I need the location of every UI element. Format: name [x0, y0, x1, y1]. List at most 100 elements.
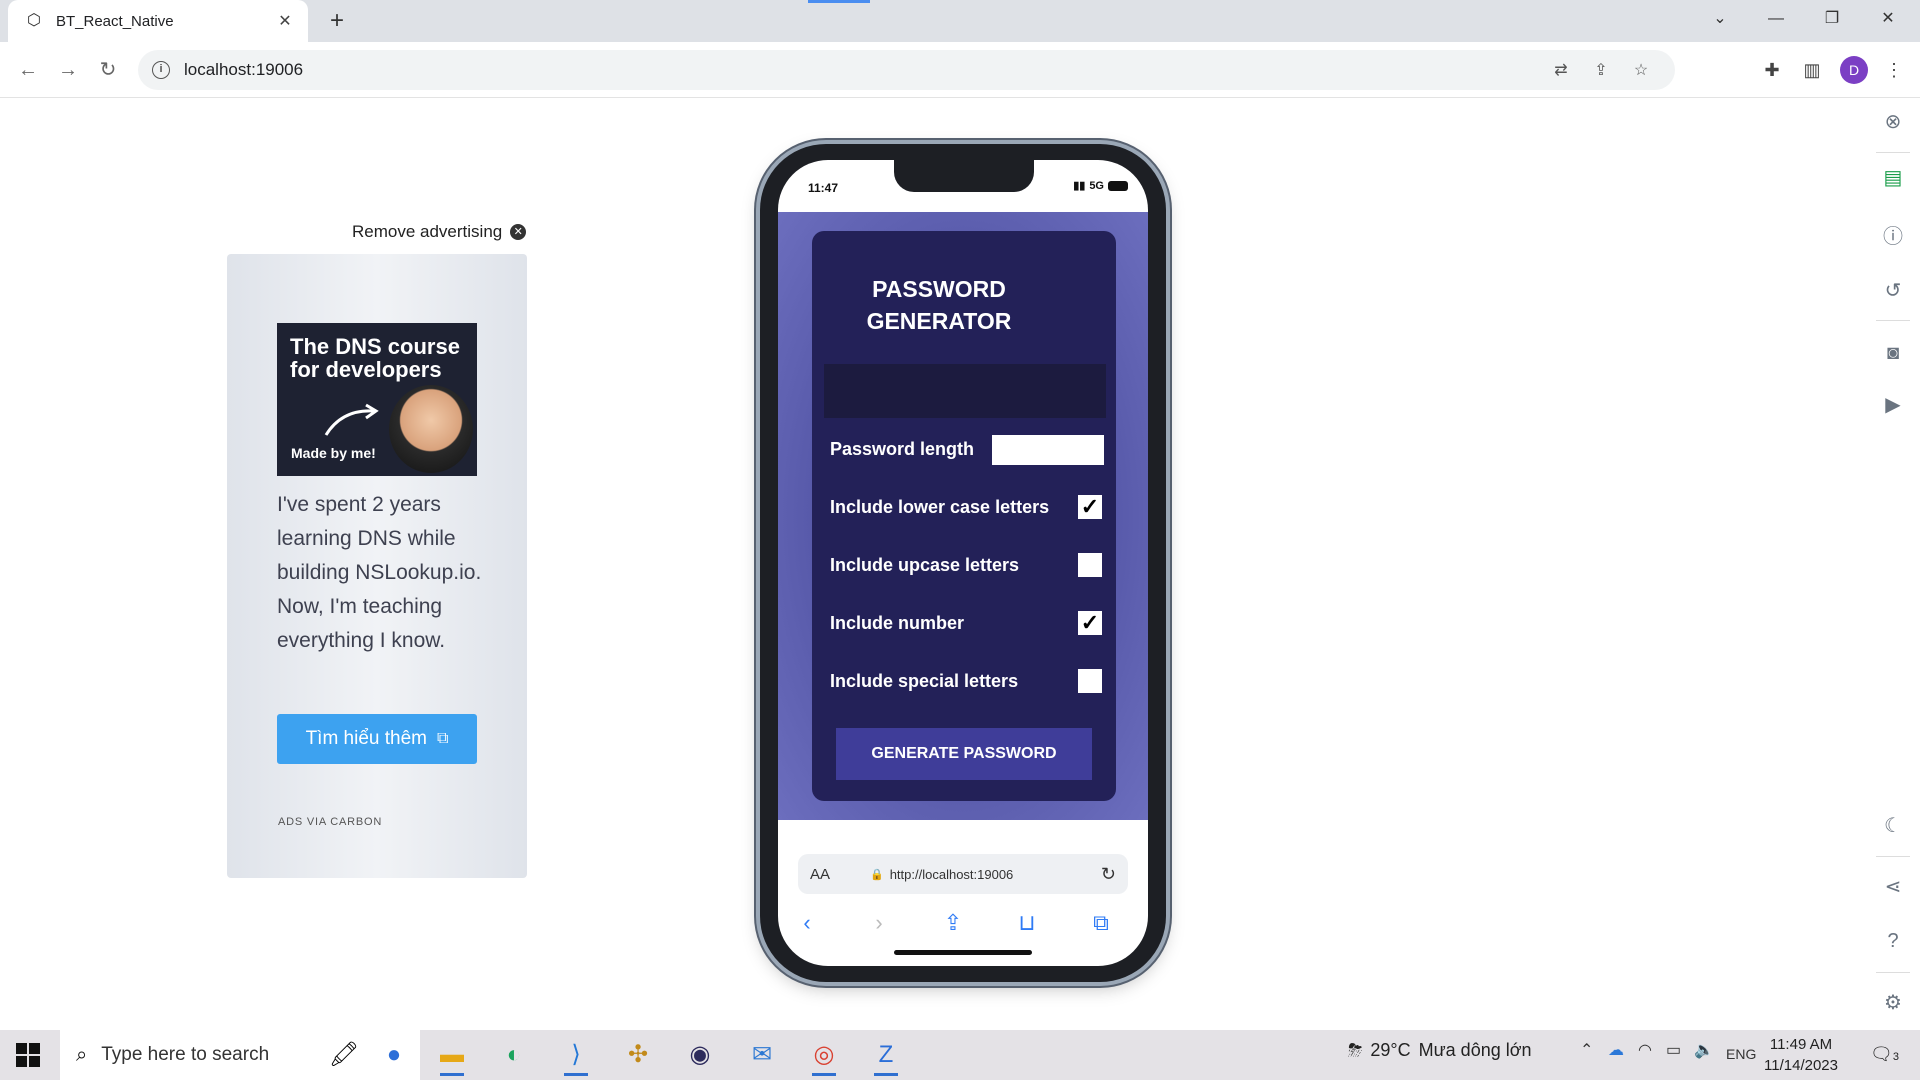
extensions-icon[interactable]: ✚ [1758, 56, 1786, 84]
safari-reload-icon[interactable]: ↻ [1101, 864, 1116, 885]
close-panel-icon[interactable]: ⊗ [1878, 107, 1908, 137]
menu-icon[interactable]: ⋮ [1880, 56, 1908, 84]
forward-icon[interactable]: → [52, 54, 84, 86]
status-time: 11:47 [808, 181, 839, 195]
password-generator-card: PASSWORD GENERATOR Password length Inclu… [812, 231, 1116, 801]
taskbar-search-placeholder: Type here to search [101, 1044, 270, 1065]
password-length-label: Password length [830, 439, 975, 459]
video-icon[interactable]: ▶ [1878, 390, 1908, 420]
ad-button-label: Tìm hiểu thêm [305, 728, 427, 749]
signal-icon: ▮▮ [1073, 180, 1086, 192]
tab-close-icon[interactable]: ✕ [274, 11, 296, 31]
new-tab-button[interactable]: + [322, 6, 352, 36]
show-hidden-icons-icon[interactable]: ⌃ [1580, 1040, 1593, 1060]
option-special-label: Include special letters [830, 671, 1019, 691]
ad-card: The DNS course for developers Made by me… [227, 254, 527, 878]
back-icon[interactable]: ← [12, 54, 44, 86]
safari-address-bar[interactable]: AA 🔒 http://localhost:19006 ↻ [798, 854, 1128, 894]
ad-image[interactable]: The DNS course for developers Made by me… [277, 323, 477, 476]
reader-text-size-button[interactable]: AA [810, 866, 870, 883]
ads-via-carbon[interactable]: ADS VIA CARBON [278, 816, 382, 828]
rail-divider [1876, 320, 1910, 321]
mail-icon[interactable]: ✉ [742, 1036, 782, 1074]
ad-image-headline: The DNS course for developers [290, 334, 460, 382]
notification-count: 3 [1892, 1051, 1899, 1063]
rotate-icon[interactable]: ↺ [1878, 276, 1908, 306]
volume-icon[interactable]: 🔈 [1694, 1040, 1714, 1060]
clock-time: 11:49 AM [1769, 1036, 1833, 1053]
camera-icon[interactable]: ◙ [1878, 338, 1908, 368]
ad-body-text[interactable]: I've spent 2 years learning DNS while bu… [277, 488, 487, 658]
translate-icon[interactable]: ⇄ [1541, 60, 1581, 80]
tab-title: BT_React_Native [56, 12, 174, 30]
settings-gear-icon[interactable]: ⚙ [1878, 988, 1908, 1018]
rail-divider [1876, 856, 1910, 857]
search-icon: ⌕ [76, 1043, 88, 1066]
option-lowercase-label: Include lower case letters [830, 497, 1050, 517]
remove-advertising-link[interactable]: Remove advertising ✕ [352, 222, 527, 242]
weather-widget[interactable]: ⛈ 29°C Mưa dông lớn [1348, 1040, 1532, 1061]
new-devices-icon[interactable]: ▤ [1878, 163, 1908, 193]
ad-learn-more-button[interactable]: Tìm hiểu thêm ⧉ [277, 714, 477, 764]
taskbar-search[interactable]: ⌕ Type here to search [60, 1030, 420, 1080]
site-info-icon[interactable]: i [152, 61, 170, 79]
share-icon[interactable]: ⇪ [1581, 60, 1621, 80]
dark-mode-moon-icon[interactable]: ☾ [1878, 811, 1908, 841]
browser-tab[interactable]: ⬡ BT_React_Native ✕ [8, 0, 308, 42]
help-icon[interactable]: ? [1878, 926, 1908, 956]
safari-share-icon[interactable]: ⇪ [938, 908, 968, 938]
reload-icon[interactable]: ↻ [92, 54, 124, 86]
chrome-icon[interactable]: ◎ [804, 1036, 844, 1076]
lowercase-checkbox[interactable]: ✓ [1078, 495, 1102, 519]
eclipse-icon[interactable]: ◉ [680, 1036, 720, 1074]
phone-notch [894, 160, 1034, 192]
number-checkbox[interactable]: ✓ [1078, 611, 1102, 635]
bookmark-star-icon[interactable]: ☆ [1621, 60, 1661, 80]
password-output [824, 364, 1106, 418]
address-bar[interactable]: i localhost:19006 ⇄ ⇪ ☆ [138, 50, 1675, 90]
info-icon[interactable]: ⓘ [1878, 222, 1908, 252]
windows-start-icon[interactable] [16, 1043, 40, 1067]
safari-bookmarks-icon[interactable]: ⊔ [1012, 908, 1042, 938]
taskbar-clock[interactable]: 11:49 AM 11/14/2023 [1756, 1034, 1846, 1076]
battery-tray-icon[interactable]: ▭ [1666, 1040, 1681, 1060]
tab-search-dropdown-icon[interactable]: ⌄ [1700, 0, 1740, 42]
language-indicator[interactable]: ENG [1726, 1046, 1756, 1062]
address-url[interactable]: localhost:19006 [184, 60, 1541, 80]
zalo-icon[interactable]: Z [866, 1036, 906, 1076]
edge-icon[interactable]: ◐ [494, 1036, 534, 1074]
minimize-button[interactable]: — [1756, 0, 1796, 42]
ad-image-caption: Made by me! [291, 445, 376, 461]
profile-avatar[interactable]: D [1840, 56, 1868, 84]
safari-tabs-icon[interactable]: ⧉ [1086, 908, 1116, 938]
password-length-input[interactable] [992, 435, 1104, 465]
weather-desc: Mưa dông lớn [1418, 1040, 1532, 1060]
notification-center-icon[interactable]: 🗨3 [1870, 1044, 1899, 1065]
generate-password-button[interactable]: GENERATE PASSWORD [836, 728, 1092, 780]
window-close-button[interactable]: ✕ [1868, 0, 1908, 42]
copilot-icon[interactable]: ● [374, 1036, 414, 1074]
special-checkbox[interactable] [1078, 669, 1102, 693]
safari-back-icon[interactable]: ‹ [792, 908, 822, 938]
safari-forward-icon[interactable]: › [864, 908, 894, 938]
search-highlight-icon[interactable]: 🖍 [324, 1036, 364, 1074]
vscode-icon[interactable]: ⟩ [556, 1036, 596, 1076]
close-circle-icon[interactable]: ✕ [510, 224, 527, 240]
share-rail-icon[interactable]: ⋖ [1878, 872, 1908, 902]
side-panel-icon[interactable]: ▥ [1798, 56, 1826, 84]
lock-icon: 🔒 [870, 868, 884, 881]
wifi-icon[interactable]: ◠ [1638, 1040, 1652, 1060]
clock-date: 11/14/2023 [1764, 1057, 1838, 1074]
app-puzzle-icon[interactable]: ✣ [618, 1036, 658, 1074]
rail-divider [1876, 152, 1910, 153]
storm-cloud-icon: ⛈ [1348, 1040, 1363, 1060]
onedrive-icon[interactable]: ☁ [1608, 1040, 1624, 1060]
iphone-frame: 11:47 ▮▮ 5G PASSWORD GENERATOR Password … [760, 144, 1166, 982]
phone-screen: 11:47 ▮▮ 5G PASSWORD GENERATOR Password … [778, 160, 1148, 966]
file-explorer-icon[interactable]: ▬ [432, 1036, 472, 1076]
app-title: PASSWORD GENERATOR [866, 276, 1012, 334]
curved-arrow-icon [324, 403, 379, 436]
restore-button[interactable]: ❐ [1812, 0, 1852, 42]
safari-url[interactable]: http://localhost:19006 [890, 867, 1101, 882]
uppercase-checkbox[interactable] [1078, 553, 1102, 577]
